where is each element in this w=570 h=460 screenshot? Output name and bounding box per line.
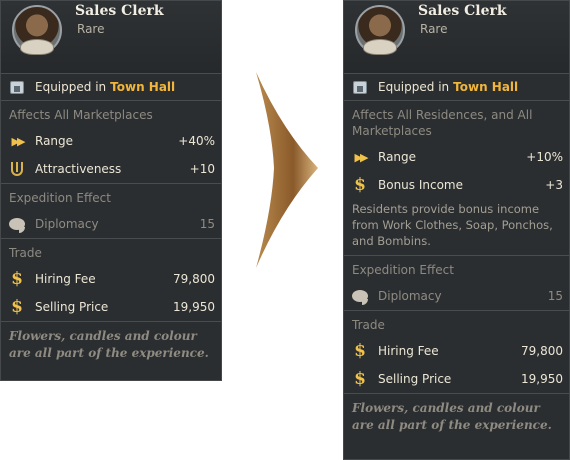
specialist-portrait	[355, 5, 405, 55]
equipped-in-row: Equipped in Town Hall	[1, 74, 221, 101]
affects-text: Affects All Residences, and All Marketpl…	[352, 108, 533, 138]
tooltip-header: Sales Clerk Rare	[1, 1, 221, 74]
affects-text: Affects All Marketplaces	[9, 108, 153, 122]
trade-label: Selling Price	[378, 372, 452, 386]
trade-row-selling-price: $ Selling Price 19,950	[1, 293, 221, 321]
stat-value: 15	[199, 217, 215, 231]
trade-row-selling-price: $ Selling Price 19,950	[344, 365, 569, 393]
comparison-arrow-icon	[256, 72, 318, 268]
stat-row-range: ▶▶ Range +10%	[344, 143, 569, 171]
stat-value: +3	[545, 178, 563, 192]
lyre-icon	[9, 161, 25, 177]
speech-bubble-icon	[352, 288, 368, 305]
stat-label: Range	[35, 134, 74, 148]
item-rarity: Rare	[77, 22, 105, 36]
speech-bubble-icon	[9, 216, 25, 233]
bonus-description: Residents provide bonus income from Work…	[352, 202, 553, 248]
tooltip-header: Sales Clerk Rare	[344, 1, 569, 74]
stat-row-diplomacy: Diplomacy 15	[1, 210, 221, 238]
trade-title: Trade	[352, 318, 385, 332]
equipped-place: Town Hall	[453, 80, 519, 94]
equipped-place: Town Hall	[110, 80, 176, 94]
stat-label: Diplomacy	[378, 289, 442, 303]
flavor-text: Flowers, candles and colour are all part…	[1, 321, 221, 368]
item-tooltip-before: Sales Clerk Rare Equipped in Town Hall A…	[0, 0, 222, 381]
expedition-title: Expedition Effect	[9, 191, 111, 205]
dollar-icon: $	[11, 297, 23, 317]
town-hall-icon	[352, 79, 368, 95]
stat-label: Bonus Income	[378, 178, 464, 192]
trade-label: Hiring Fee	[35, 272, 96, 286]
trade-value: 19,950	[173, 300, 215, 314]
trade-label: Hiring Fee	[378, 344, 439, 358]
stat-value: +10%	[526, 150, 563, 164]
item-rarity: Rare	[420, 22, 448, 36]
stat-row-range: ▶▶ Range +40%	[1, 127, 221, 155]
stat-value: +10	[189, 162, 215, 176]
stat-row-bonus-income: $ Bonus Income +3	[344, 171, 569, 199]
item-name: Sales Clerk	[418, 3, 507, 19]
stat-label: Range	[378, 150, 417, 164]
trade-title: Trade	[9, 246, 42, 260]
trade-label: Selling Price	[35, 300, 109, 314]
item-name: Sales Clerk	[75, 3, 164, 19]
stat-label: Attractiveness	[35, 162, 122, 176]
stat-value: +40%	[178, 134, 215, 148]
trade-value: 19,950	[521, 372, 563, 386]
trade-value: 79,800	[173, 272, 215, 286]
double-arrow-icon: ▶▶	[354, 150, 369, 164]
equipped-in-row: Equipped in Town Hall	[344, 74, 569, 101]
flavor-text: Flowers, candles and colour are all part…	[344, 393, 569, 440]
stat-label: Diplomacy	[35, 217, 99, 231]
trade-value: 79,800	[521, 344, 563, 358]
item-tooltip-after: Sales Clerk Rare Equipped in Town Hall A…	[343, 0, 570, 460]
equipped-prefix: Equipped in	[35, 80, 107, 94]
dollar-icon: $	[11, 269, 23, 289]
stat-row-attractiveness: Attractiveness +10	[1, 155, 221, 183]
dollar-icon: $	[354, 175, 366, 195]
equipped-prefix: Equipped in	[378, 80, 450, 94]
dollar-icon: $	[354, 341, 366, 361]
double-arrow-icon: ▶▶	[11, 134, 26, 148]
stat-value: 15	[547, 289, 563, 303]
dollar-icon: $	[354, 369, 366, 389]
specialist-portrait	[12, 5, 62, 55]
stat-row-diplomacy: Diplomacy 15	[344, 282, 569, 310]
trade-row-hiring-fee: $ Hiring Fee 79,800	[344, 337, 569, 365]
expedition-title: Expedition Effect	[352, 263, 454, 277]
trade-row-hiring-fee: $ Hiring Fee 79,800	[1, 265, 221, 293]
town-hall-icon	[9, 79, 25, 95]
